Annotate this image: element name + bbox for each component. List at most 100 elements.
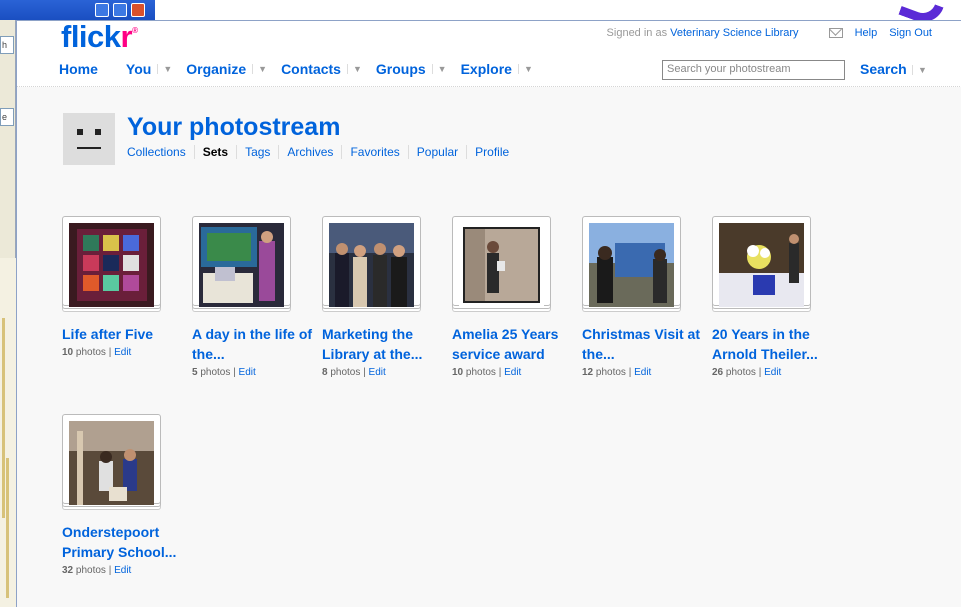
set-thumbnail-image[interactable] — [329, 223, 414, 307]
set-thumbnail-frame[interactable] — [62, 414, 161, 505]
set-photo-unit: photos — [330, 367, 361, 378]
set-thumbnail-frame[interactable] — [712, 216, 811, 307]
background-window-titlebar — [0, 0, 155, 20]
close-icon[interactable] — [131, 3, 145, 17]
sign-out-link[interactable]: Sign Out — [889, 27, 932, 39]
photostream-subnav: Collections Sets Tags Archives Favorites… — [127, 145, 517, 159]
chevron-down-icon[interactable]: ▼ — [346, 64, 376, 74]
account-links: Signed in as Veterinary Science Library … — [607, 27, 932, 39]
set-edit-link[interactable]: Edit — [634, 367, 651, 378]
signed-in-user-link[interactable]: Veterinary Science Library — [670, 27, 798, 39]
set-edit-link[interactable]: Edit — [764, 367, 781, 378]
set-title-text[interactable]: 20 Years in the Arnold Theiler... — [712, 324, 834, 364]
set-photo-count: 8 — [322, 367, 328, 378]
nav-contacts[interactable]: Contacts ▼ — [281, 61, 376, 77]
subnav-sets[interactable]: Sets — [193, 145, 236, 159]
logo-text: flick — [61, 20, 121, 54]
set-thumbnail-frame[interactable] — [62, 216, 161, 307]
subnav-favorites[interactable]: Favorites — [341, 145, 407, 159]
set-title[interactable]: Marketing the Library at the... 8 photos… — [322, 324, 444, 382]
search-button[interactable]: Search — [860, 61, 907, 77]
chevron-down-icon[interactable]: ▼ — [517, 64, 547, 74]
set-title[interactable]: Christmas Visit at the... 12 photos | Ed… — [582, 324, 704, 382]
set-meta: 26 photos | Edit — [712, 367, 782, 378]
set-title-text[interactable]: Marketing the Library at the... — [322, 324, 444, 364]
set-thumbnail-image[interactable] — [459, 223, 544, 307]
set-edit-link[interactable]: Edit — [504, 367, 521, 378]
set-meta: 10 photos | Edit — [452, 367, 522, 378]
chevron-down-icon[interactable]: ▼ — [912, 65, 927, 75]
help-link[interactable]: Help — [855, 27, 878, 39]
set-photo-count: 10 — [62, 347, 74, 358]
set-photo-count: 12 — [582, 367, 594, 378]
subnav-archives[interactable]: Archives — [278, 145, 341, 159]
maximize-icon[interactable] — [113, 3, 127, 17]
set-title-text[interactable]: Life after Five — [62, 324, 184, 344]
subnav-popular[interactable]: Popular — [407, 145, 466, 159]
set-title[interactable]: Life after Five 10 photos | Edit — [62, 324, 184, 362]
set-edit-link[interactable]: Edit — [114, 347, 131, 358]
minimize-icon[interactable] — [95, 3, 109, 17]
chevron-down-icon[interactable]: ▼ — [252, 64, 281, 74]
set-edit-link[interactable]: Edit — [114, 565, 131, 576]
mail-icon[interactable] — [828, 28, 843, 38]
set-thumbnail-image[interactable] — [199, 223, 284, 307]
set-photo-count: 26 — [712, 367, 724, 378]
set-title-text[interactable]: Onderstepoort Primary School... — [62, 522, 184, 562]
set-thumbnail-frame[interactable] — [582, 216, 681, 307]
signed-in-prefix: Signed in as — [606, 27, 668, 39]
page-title: Your photostream — [127, 113, 341, 141]
set-title[interactable]: Onderstepoort Primary School... 32 photo… — [62, 522, 184, 580]
subnav-tags[interactable]: Tags — [236, 145, 278, 159]
subnav-collections[interactable]: Collections — [127, 145, 194, 159]
set-meta: 8 photos | Edit — [322, 367, 386, 378]
set-title-text[interactable]: Christmas Visit at the... — [582, 324, 704, 364]
set-thumbnail-image[interactable] — [69, 421, 154, 505]
flickr-logo[interactable]: flickr® — [61, 20, 138, 55]
set-photo-unit: photos — [725, 367, 756, 378]
chevron-down-icon[interactable]: ▼ — [157, 64, 186, 74]
set-meta: 5 photos | Edit — [192, 367, 256, 378]
background-field[interactable]: h — [0, 36, 14, 54]
set-thumbnail-image[interactable] — [589, 223, 674, 307]
set-photo-unit: photos — [465, 367, 496, 378]
set-meta: 32 photos | Edit — [62, 565, 132, 576]
nav-you-label: You — [125, 61, 152, 77]
set-title[interactable]: Amelia 25 Years service award 10 photos … — [452, 324, 574, 382]
subnav-profile[interactable]: Profile — [466, 145, 517, 159]
nav-organize[interactable]: Organize ▼ — [186, 61, 281, 77]
set-thumbnail-frame[interactable] — [192, 216, 291, 307]
set-title[interactable]: A day in the life of the... 5 photos | E… — [192, 324, 314, 382]
set-photo-count: 32 — [62, 565, 74, 576]
set-meta: 10 photos | Edit — [62, 347, 132, 358]
nav-you[interactable]: You ▼ — [126, 61, 186, 77]
chevron-down-icon[interactable]: ▼ — [431, 64, 461, 74]
buddy-icon[interactable] — [63, 113, 115, 165]
set-title-text[interactable]: A day in the life of the... — [192, 324, 314, 364]
set-title[interactable]: 20 Years in the Arnold Theiler... 26 pho… — [712, 324, 834, 382]
nav-groups[interactable]: Groups ▼ — [376, 61, 461, 77]
set-photo-unit: photos — [200, 367, 231, 378]
set-thumbnail-image[interactable] — [719, 223, 804, 307]
set-thumbnail-image[interactable] — [69, 223, 154, 307]
set-meta: 12 photos | Edit — [582, 367, 652, 378]
main-nav: Home You ▼ Organize ▼ Contacts ▼ Groups ▼ Ex… — [59, 61, 547, 77]
nav-explore-label: Explore — [460, 61, 512, 77]
nav-explore[interactable]: Explore ▼ — [461, 61, 547, 77]
logo-registered: ® — [132, 26, 138, 35]
set-photo-count: 5 — [192, 367, 198, 378]
set-thumbnail-frame[interactable] — [322, 216, 421, 307]
search-input[interactable]: Search your photostream — [662, 60, 845, 80]
set-photo-unit: photos — [595, 367, 626, 378]
set-title-text[interactable]: Amelia 25 Years service award — [452, 324, 574, 364]
set-photo-count: 10 — [452, 367, 464, 378]
nav-home[interactable]: Home — [59, 61, 126, 77]
set-thumbnail-frame[interactable] — [452, 216, 551, 307]
background-field[interactable]: e — [0, 108, 14, 126]
set-edit-link[interactable]: Edit — [239, 367, 256, 378]
set-photo-unit: photos — [75, 347, 106, 358]
set-edit-link[interactable]: Edit — [369, 367, 386, 378]
flickr-window: flickr® Signed in as Veterinary Science … — [16, 20, 961, 607]
nav-organize-label: Organize — [186, 61, 247, 77]
logo-text-r: r — [120, 20, 133, 54]
